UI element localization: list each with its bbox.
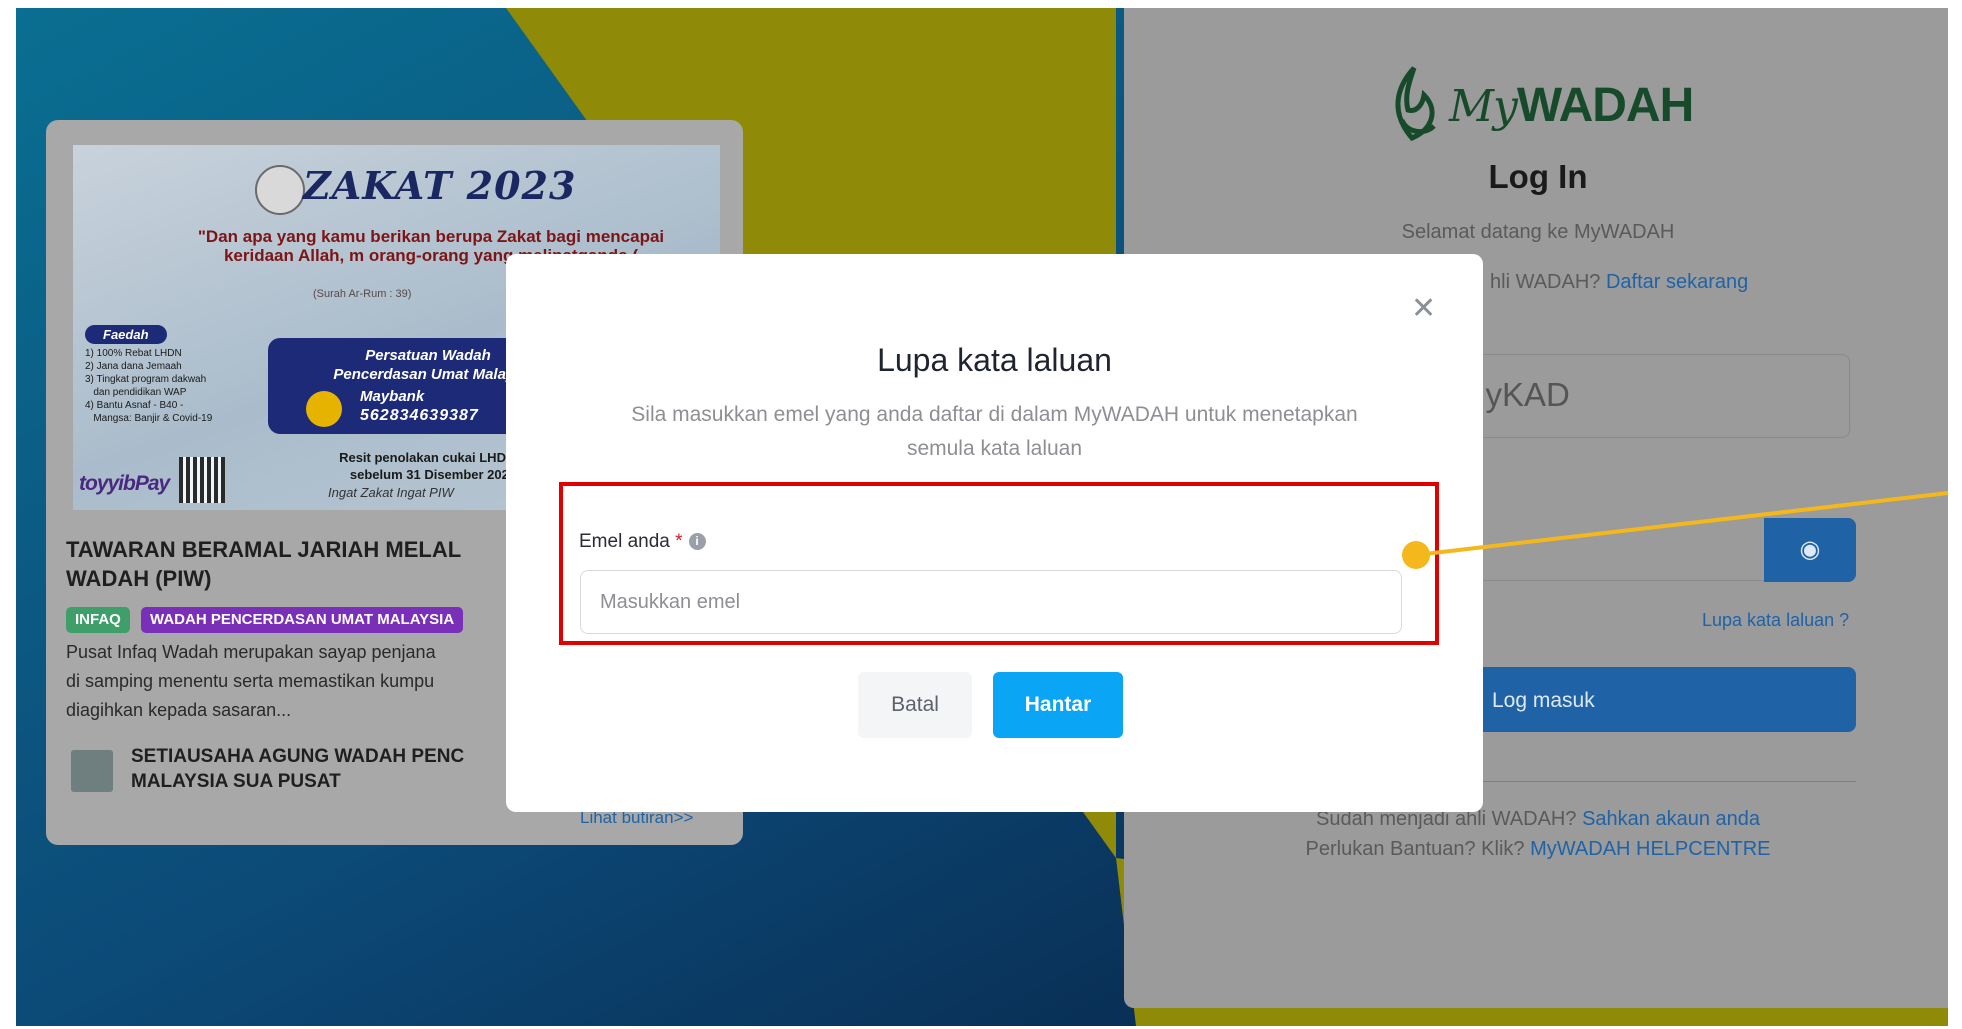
forgot-password-link[interactable]: Lupa kata laluan ? [1702, 610, 1849, 631]
maybank-logo-icon [306, 391, 342, 427]
helpcentre-link[interactable]: MyWADAH HELPCENTRE [1530, 838, 1770, 860]
news-item-title[interactable]: SETIAUSAHA AGUNG WADAH PENC MALAYSIA SUA… [131, 744, 464, 794]
bank-name: Maybank [360, 388, 425, 405]
helpcentre-prompt: Perlukan Bantuan? Klik? MyWADAH HELPCENT… [1305, 838, 1771, 860]
show-password-button[interactable]: ◉ [1764, 518, 1856, 582]
eye-icon: ◉ [1799, 536, 1821, 563]
login-button-label: Log masuk [1492, 689, 1595, 712]
email-input[interactable] [580, 570, 1402, 634]
register-prompt: hli WADAH? Daftar sekarang [1490, 271, 1749, 293]
login-title: Log In [1488, 158, 1588, 195]
required-mark: * [675, 531, 683, 552]
toyyibpay-logo: toyyibPay [79, 472, 170, 495]
news-thumbnail-image[interactable] [71, 750, 113, 792]
banner-citation: (Surah Ar-Rum : 39) [313, 288, 412, 300]
faedah-label: Faedah [85, 325, 167, 344]
news-title[interactable]: TAWARAN BERAMAL JARIAH MELAL WADAH (PIW) [66, 535, 461, 593]
pusat-infaq-seal-icon [255, 165, 305, 215]
info-icon[interactable]: i [688, 533, 706, 551]
divider [1424, 781, 1856, 782]
close-icon[interactable]: ✕ [1411, 294, 1436, 324]
background-stage: ZAKAT 2023 "Dan apa yang kamu berikan be… [16, 8, 1948, 1026]
login-welcome: Selamat datang ke MyWADAH [1401, 221, 1675, 243]
modal-description: Sila masukkan emel yang anda daftar di d… [631, 403, 1358, 460]
news-description: Pusat Infaq Wadah merupakan sayap penjan… [66, 642, 436, 720]
modal-title: Lupa kata laluan [877, 342, 1112, 378]
mywadah-logo: MyWADAH [1384, 60, 1704, 160]
qr-code-icon [179, 457, 225, 503]
login-button[interactable] [1424, 667, 1856, 732]
banner-title: ZAKAT 2023 [303, 163, 577, 208]
banner-slogan: Ingat Zakat Ingat PIW [328, 485, 454, 500]
mywadah-logo-icon [1395, 66, 1436, 141]
tag-wadah: WADAH PENCERDASAN UMAT MALAYSIA [141, 607, 464, 633]
forgot-password-modal: ✕ Lupa kata laluan Sila masukkan emel ya… [506, 254, 1483, 812]
cancel-button[interactable]: Batal [858, 672, 972, 738]
faedah-list: 1) 100% Rebat LHDN 2) Jana dana Jemaah 3… [85, 348, 213, 424]
tag-infaq: INFAQ [66, 607, 130, 633]
register-link[interactable]: Daftar sekarang [1606, 271, 1748, 293]
verify-account-link[interactable]: Sahkan akaun anda [1582, 808, 1760, 830]
bank-account: 562834639387 [360, 407, 479, 424]
submit-button[interactable]: Hantar [993, 672, 1123, 738]
logo-text: MyWADAH [1449, 79, 1694, 132]
email-label: Emel anda * i [579, 531, 706, 553]
